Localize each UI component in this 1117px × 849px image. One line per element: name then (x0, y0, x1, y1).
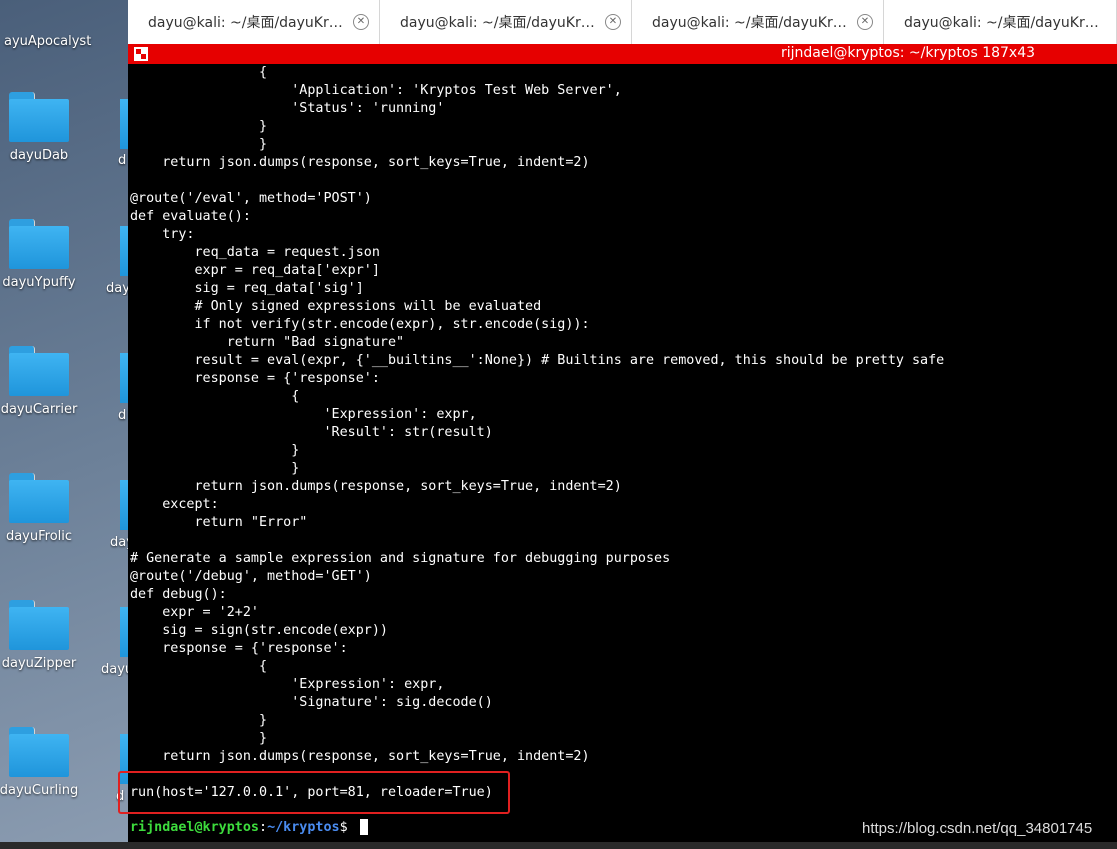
code-line: expr = '2+2' (130, 605, 259, 620)
desktop-icon-zipper[interactable]: dayuZipper (0, 600, 94, 671)
desktop-icon-ypuffy[interactable]: dayuYpuffy (0, 219, 94, 290)
taskbar (0, 842, 1117, 849)
code-line: return json.dumps(response, sort_keys=Tr… (130, 479, 622, 494)
desktop-icon-label: dayuFrolic (5, 529, 73, 544)
code-line: expr = req_data['expr'] (130, 263, 380, 278)
tab-label: dayu@kali: ~/桌面/dayuKryptos/... (400, 15, 600, 31)
code-line: } (130, 713, 268, 728)
prompt-user: rijndael@kryptos (130, 820, 259, 835)
tab-label: dayu@kali: ~/桌面/dayuKryptos (148, 15, 348, 31)
code-line: response = {'response': (130, 641, 348, 656)
watermark: https://blog.csdn.net/qq_34801745 (862, 820, 1093, 837)
code-line: return json.dumps(response, sort_keys=Tr… (130, 155, 590, 170)
code-line: response = {'response': (130, 371, 380, 386)
tab-label: dayu@kali: ~/桌面/dayuKryptos/... (904, 15, 1104, 31)
code-line: def evaluate(): (130, 209, 251, 224)
shell-prompt[interactable]: rijndael@kryptos:~/kryptos$ (130, 819, 368, 837)
terminal-app-icon (134, 47, 148, 61)
code-line: } (130, 731, 268, 746)
code-line: if not verify(str.encode(expr), str.enco… (130, 317, 590, 332)
close-icon[interactable]: ✕ (353, 14, 369, 30)
close-icon[interactable]: ✕ (605, 14, 621, 30)
folder-icon (9, 727, 69, 777)
prompt-symbol: $ (339, 820, 348, 835)
terminal-output[interactable]: { 'Application': 'Kryptos Test Web Serve… (128, 64, 1117, 849)
desktop-icon-label: dayuDab (9, 148, 69, 163)
code-line: } (130, 137, 268, 152)
code-line: 'Expression': expr, (130, 407, 477, 422)
code-line: sig = sign(str.encode(expr)) (130, 623, 388, 638)
code-line: def debug(): (130, 587, 227, 602)
code-listing: { 'Application': 'Kryptos Test Web Serve… (130, 64, 944, 802)
tab-2[interactable]: dayu@kali: ~/桌面/dayuKryptos/... ✕ (380, 0, 632, 44)
code-line: return "Error" (130, 515, 308, 530)
prompt-separator: : (259, 820, 268, 835)
code-line: 'Signature': sig.decode() (130, 695, 493, 710)
code-line: } (130, 119, 268, 134)
close-icon[interactable]: ✕ (857, 14, 873, 30)
desktop-icon-curling[interactable]: dayuCurling (0, 727, 94, 798)
code-line: return "Bad signature" (130, 335, 405, 350)
tab-1[interactable]: dayu@kali: ~/桌面/dayuKryptos ✕ (128, 0, 380, 44)
terminal-title-bar: rijndael@kryptos: ~/kryptos 187x43 (128, 44, 1117, 64)
desktop-icon-carrier[interactable]: dayuCarrier (0, 346, 94, 417)
desktop-icon-apocalyst[interactable]: ayuApocalyst (0, 0, 94, 49)
code-line: try: (130, 227, 195, 242)
desktop-icon-label: dayuCarrier (0, 402, 78, 417)
tab-4[interactable]: dayu@kali: ~/桌面/dayuKryptos/... (884, 0, 1117, 44)
highlight-box (118, 771, 510, 814)
desktop-icon-frolic[interactable]: dayuFrolic (0, 473, 94, 544)
tab-3[interactable]: dayu@kali: ~/桌面/dayuKryptos ✕ (632, 0, 884, 44)
desktop-icon-dab[interactable]: dayuDab (0, 92, 94, 163)
terminal-title: rijndael@kryptos: ~/kryptos 187x43 (781, 45, 1036, 61)
code-line: except: (130, 497, 219, 512)
code-line: { (130, 659, 268, 674)
code-line: # Generate a sample expression and signa… (130, 551, 671, 566)
code-line: { (130, 65, 268, 80)
code-line: 'Expression': expr, (130, 677, 445, 692)
folder-icon (9, 219, 69, 269)
tab-label: dayu@kali: ~/桌面/dayuKryptos (652, 15, 852, 31)
desktop-icon-label-partial: dayu (101, 662, 131, 677)
code-line: req_data = request.json (130, 245, 380, 260)
desktop-icon-label: dayuYpuffy (2, 275, 76, 290)
code-line: @route('/eval', method='POST') (130, 191, 372, 206)
code-line: result = eval(expr, {'__builtins__':None… (130, 353, 945, 368)
cursor (359, 819, 368, 835)
desktop-icon-label: dayuZipper (1, 656, 77, 671)
code-line: 'Status': 'running' (130, 101, 445, 116)
desktop-icon-label: dayuCurling (0, 783, 79, 798)
code-line: } (130, 461, 300, 476)
folder-icon (9, 346, 69, 396)
code-line: @route('/debug', method='GET') (130, 569, 372, 584)
terminal-tab-bar: dayu@kali: ~/桌面/dayuKryptos ✕ dayu@kali:… (128, 0, 1117, 45)
folder-icon (9, 473, 69, 523)
code-line: sig = req_data['sig'] (130, 281, 364, 296)
desktop-icon-label: ayuApocalyst (4, 34, 92, 49)
code-line: # Only signed expressions will be evalua… (130, 299, 542, 314)
code-line: 'Result': str(result) (130, 425, 493, 440)
prompt-path: ~/kryptos (267, 820, 340, 835)
code-line: 'Application': 'Kryptos Test Web Server'… (130, 83, 622, 98)
folder-icon (9, 92, 69, 142)
code-line: return json.dumps(response, sort_keys=Tr… (130, 749, 590, 764)
code-line: { (130, 389, 300, 404)
code-line: } (130, 443, 300, 458)
folder-icon (9, 600, 69, 650)
